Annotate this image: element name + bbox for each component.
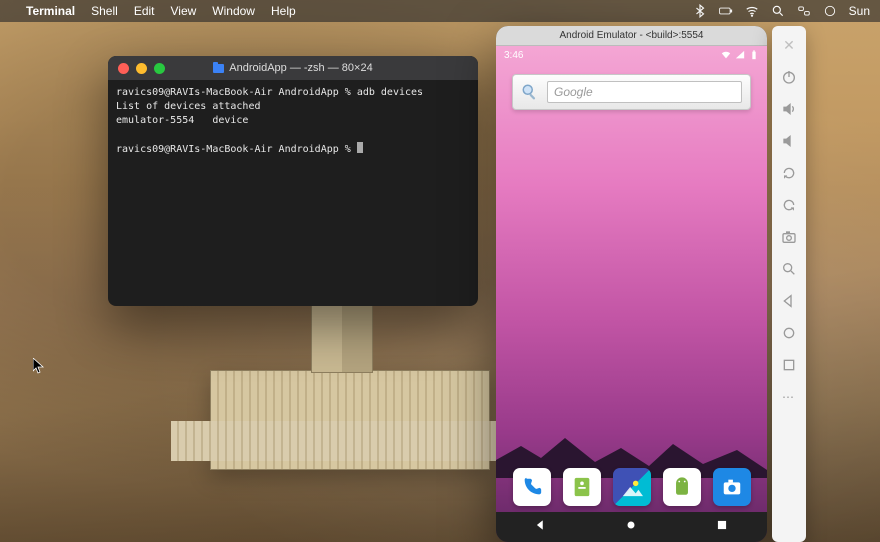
emulator-title: Android Emulator - <build>:5554 (560, 30, 704, 41)
macos-menubar: Terminal Shell Edit View Window Help Sun (0, 0, 880, 22)
toolbar-overview-button[interactable] (780, 356, 798, 374)
terminal-content[interactable]: ravics09@RAVIs-MacBook-Air AndroidApp % … (108, 80, 478, 306)
emulator-close-button[interactable]: ✕ (780, 36, 798, 54)
folder-icon (213, 64, 224, 73)
power-button[interactable] (780, 68, 798, 86)
magnifier-icon (521, 83, 539, 101)
toolbar-back-button[interactable] (780, 292, 798, 310)
status-clock: 3:46 (504, 50, 523, 61)
volume-up-button[interactable] (780, 100, 798, 118)
wifi-icon[interactable] (745, 4, 759, 18)
menu-shell[interactable]: Shell (91, 4, 118, 18)
camera-app-icon[interactable] (713, 468, 751, 506)
volume-down-button[interactable] (780, 132, 798, 150)
control-center-icon[interactable] (797, 4, 811, 18)
zoom-button[interactable] (780, 260, 798, 278)
rotate-right-button[interactable] (780, 196, 798, 214)
battery-status-icon (749, 50, 759, 60)
app-menu[interactable]: Terminal (26, 4, 75, 18)
emulator-window[interactable]: Android Emulator - <build>:5554 3:46 Goo… (496, 26, 767, 542)
android-app-icon[interactable] (663, 468, 701, 506)
android-statusbar: 3:46 (496, 46, 767, 64)
siri-icon[interactable] (823, 4, 837, 18)
google-search-widget[interactable]: Google (512, 74, 751, 110)
screenshot-button[interactable] (780, 228, 798, 246)
nav-home-button[interactable] (624, 518, 638, 537)
rotate-left-button[interactable] (780, 164, 798, 182)
wallpaper-temple (210, 370, 490, 470)
bluetooth-icon[interactable] (693, 4, 707, 18)
emulator-screen[interactable]: 3:46 Google (496, 46, 767, 542)
terminal-window[interactable]: AndroidApp — -zsh — 80×24 ravics09@RAVIs… (108, 56, 478, 306)
android-dock (496, 468, 767, 512)
android-navbar (496, 512, 767, 542)
search-icon[interactable] (771, 4, 785, 18)
menu-window[interactable]: Window (212, 4, 255, 18)
messages-app-icon[interactable] (563, 468, 601, 506)
wifi-status-icon (721, 50, 731, 60)
window-close-button[interactable] (118, 63, 129, 74)
window-zoom-button[interactable] (154, 63, 165, 74)
nav-overview-button[interactable] (715, 518, 729, 537)
mouse-cursor (33, 358, 45, 374)
emulator-titlebar[interactable]: Android Emulator - <build>:5554 (496, 26, 767, 46)
menu-view[interactable]: View (171, 4, 197, 18)
menu-edit[interactable]: Edit (134, 4, 155, 18)
menu-help[interactable]: Help (271, 4, 296, 18)
battery-icon[interactable] (719, 4, 733, 18)
toolbar-home-button[interactable] (780, 324, 798, 342)
phone-app-icon[interactable] (513, 468, 551, 506)
search-input[interactable]: Google (547, 81, 742, 103)
toolbar-more-button[interactable]: ⋯ (780, 388, 798, 406)
emulator-toolbar: ✕ ⋯ (772, 26, 806, 542)
terminal-title: AndroidApp — -zsh — 80×24 (229, 62, 372, 74)
nav-back-button[interactable] (534, 518, 548, 537)
terminal-cursor (357, 142, 363, 153)
gallery-app-icon[interactable] (613, 468, 651, 506)
window-minimize-button[interactable] (136, 63, 147, 74)
menubar-clock[interactable]: Sun (849, 4, 870, 18)
terminal-titlebar[interactable]: AndroidApp — -zsh — 80×24 (108, 56, 478, 80)
signal-status-icon (735, 50, 745, 60)
